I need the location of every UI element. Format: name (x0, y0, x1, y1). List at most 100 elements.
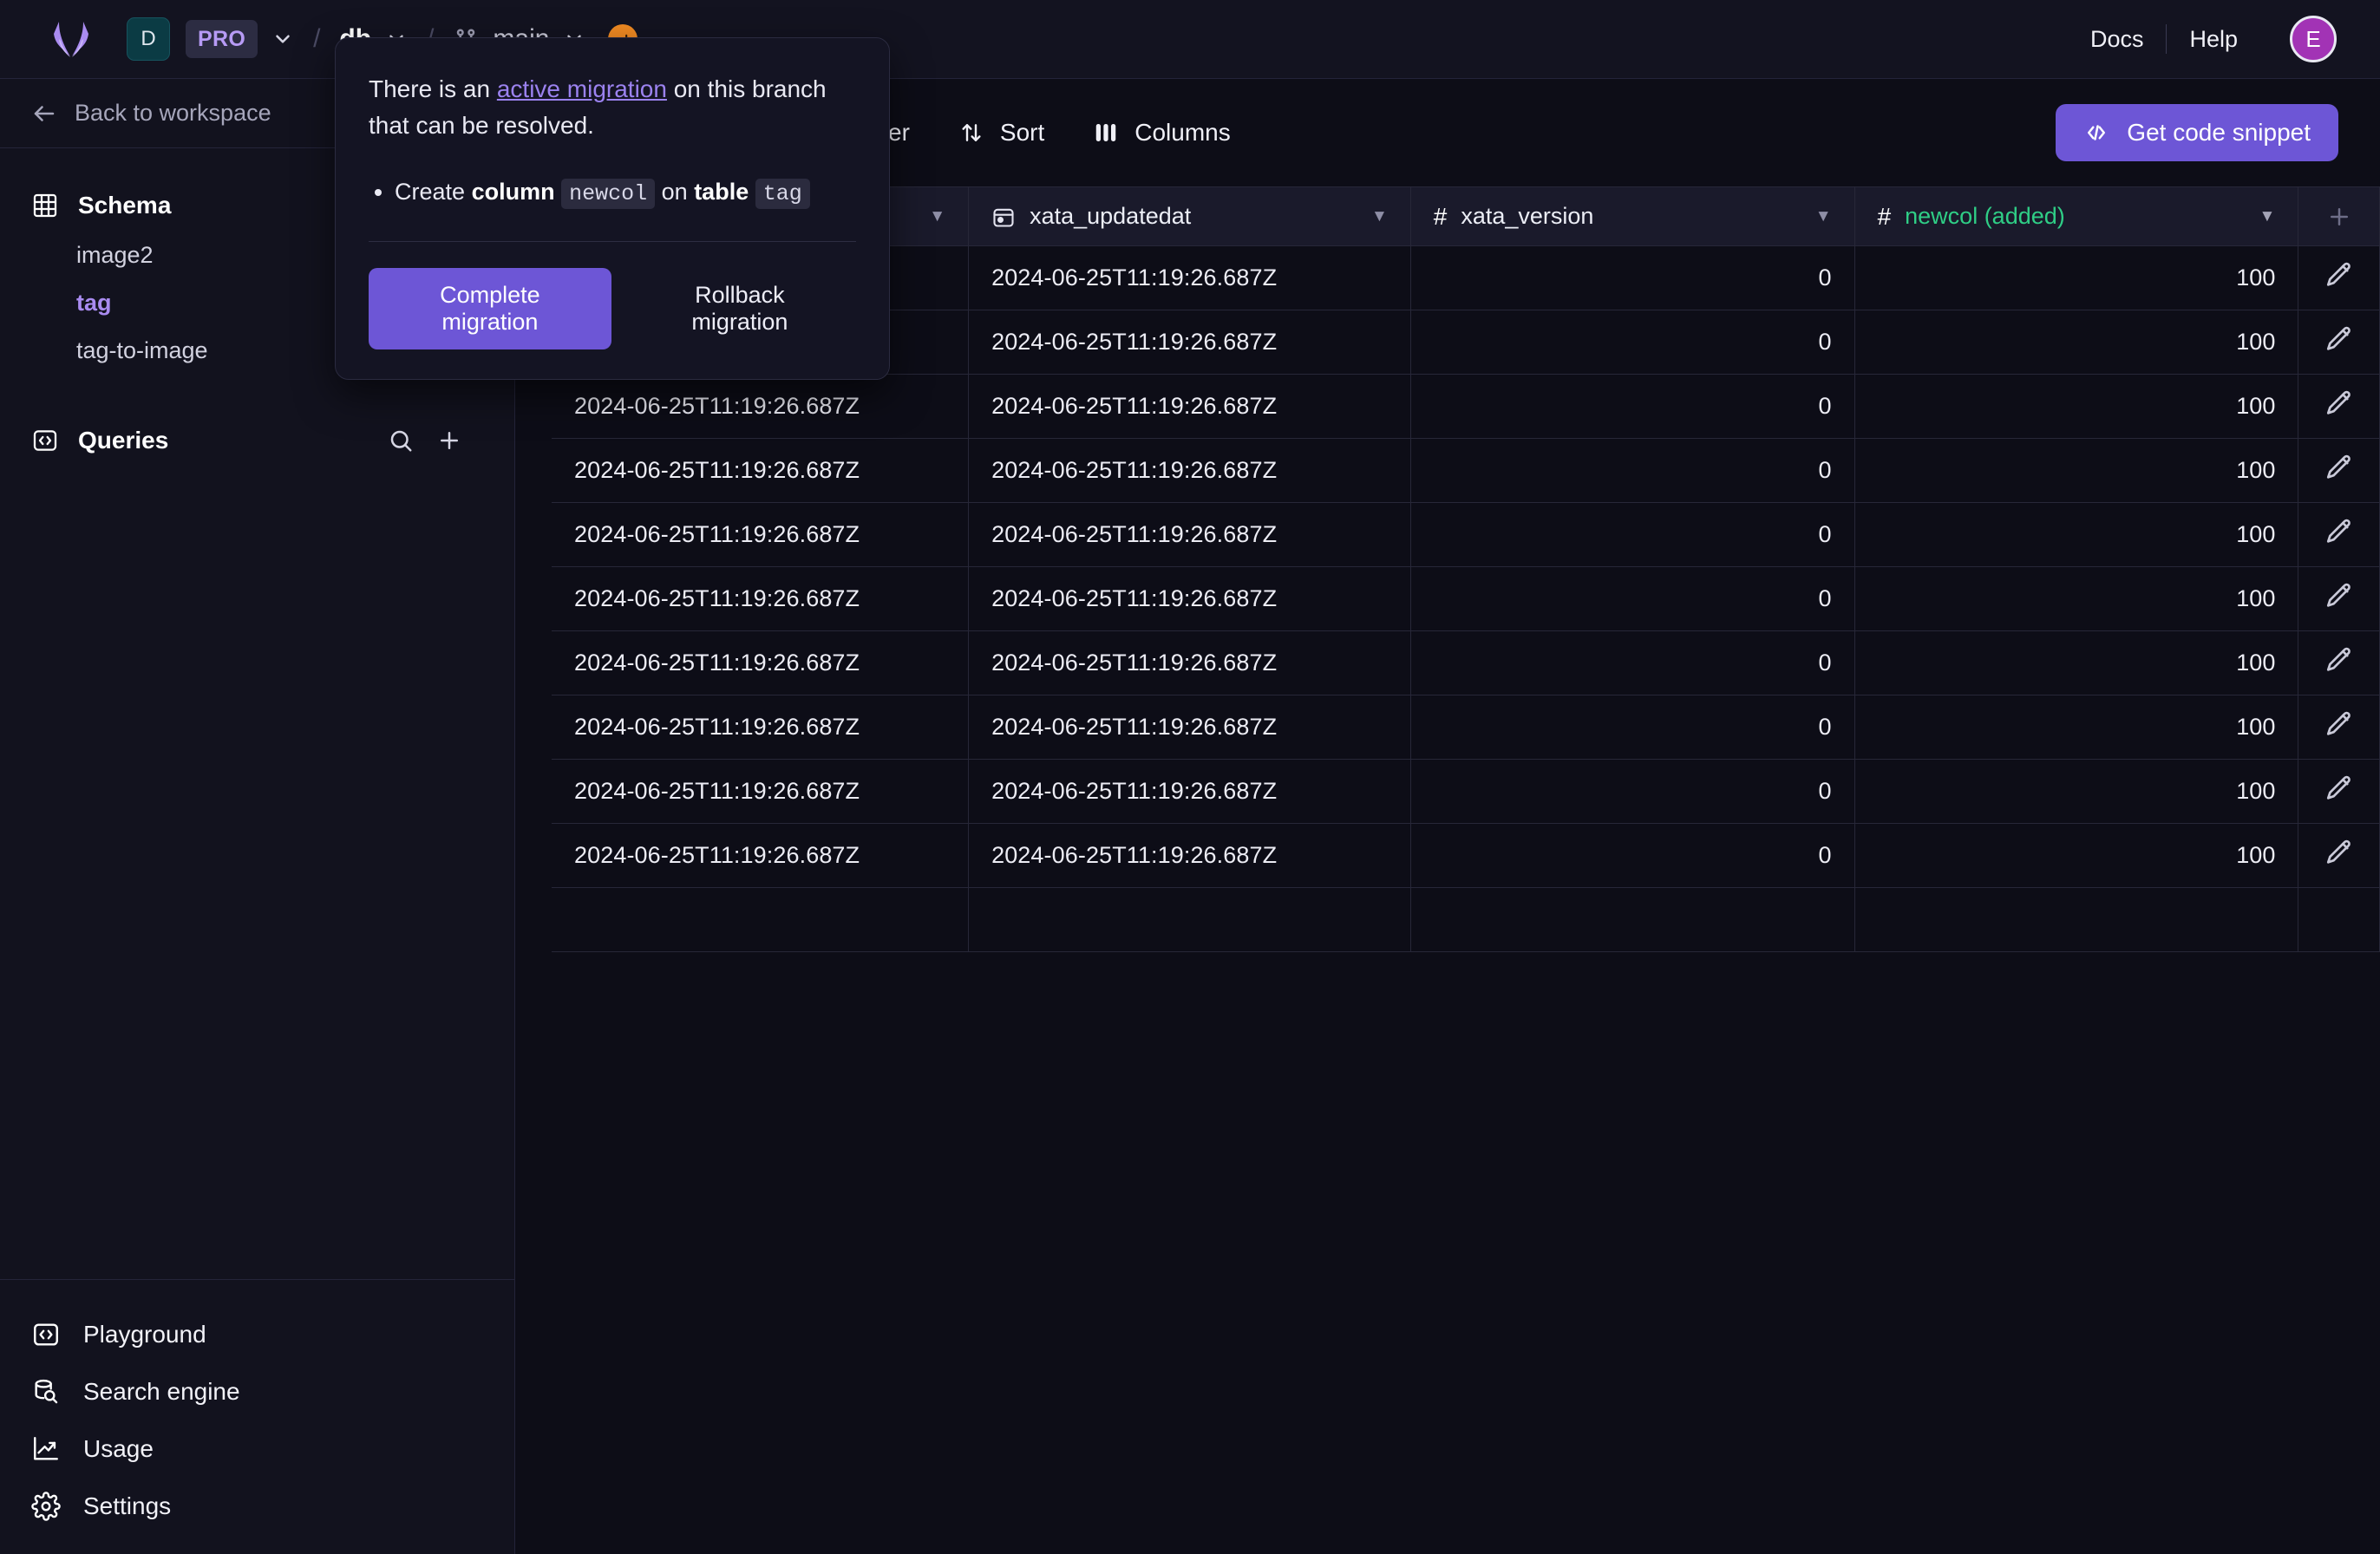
cell-newcol[interactable]: 100 (1854, 695, 2299, 760)
cell-newcol[interactable]: 100 (1854, 823, 2299, 888)
cell-xata_createdat[interactable]: 2024-06-25T11:19:26.687Z (552, 502, 970, 567)
row-edit-button[interactable] (2298, 245, 2380, 310)
avatar[interactable]: E (2290, 16, 2337, 62)
new-record-cell[interactable] (968, 887, 1411, 952)
columns-button[interactable]: Columns (1069, 119, 1254, 147)
cell-xata_createdat[interactable]: 2024-06-25T11:19:26.687Z (552, 438, 970, 503)
sort-button[interactable]: Sort (934, 119, 1069, 147)
xata-butterfly-logo[interactable] (50, 20, 92, 58)
docs-link[interactable]: Docs (2068, 26, 2167, 53)
cell-xata_version[interactable]: 0 (1410, 759, 1855, 824)
get-code-snippet-button[interactable]: Get code snippet (2056, 104, 2338, 161)
row-edit-button[interactable] (2298, 566, 2380, 631)
new-record-cell[interactable] (552, 887, 970, 952)
caret-down-icon[interactable]: ▼ (2259, 207, 2276, 226)
column-header-xata-updatedat[interactable]: xata_updatedat ▼ (968, 186, 1411, 246)
sidebar-item-search-engine[interactable]: Search engine (0, 1363, 514, 1420)
pencil-icon (2324, 454, 2354, 487)
cell-xata_version[interactable]: 0 (1410, 374, 1855, 439)
cell-xata_version[interactable]: 0 (1410, 630, 1855, 695)
cell-xata_createdat[interactable]: 2024-06-25T11:19:26.687Z (552, 374, 970, 439)
pencil-icon (2324, 583, 2354, 616)
row-edit-button[interactable] (2298, 630, 2380, 695)
row-edit-button[interactable] (2298, 759, 2380, 824)
table-row[interactable]: 2024-06-25T11:19:26.687Z2024-06-25T11:19… (552, 695, 2380, 760)
add-column-button[interactable] (2298, 186, 2380, 246)
rollback-migration-button[interactable]: Rollback migration (624, 268, 856, 349)
new-record-cell[interactable] (1854, 887, 2299, 952)
sidebar-item-playground[interactable]: Playground (0, 1306, 514, 1363)
caret-down-icon[interactable]: ▼ (929, 207, 945, 226)
cell-newcol[interactable]: 100 (1854, 438, 2299, 503)
plan-badge[interactable]: PRO (186, 20, 258, 58)
cell-xata_createdat[interactable]: 2024-06-25T11:19:26.687Z (552, 566, 970, 631)
cell-newcol[interactable]: 100 (1854, 759, 2299, 824)
sidebar-table-image2-label: image2 (76, 242, 154, 268)
row-edit-button[interactable] (2298, 823, 2380, 888)
table-row[interactable]: 2024-06-25T11:19:26.687Z2024-06-25T11:19… (552, 502, 2380, 567)
column-header-xata-version[interactable]: # xata_version ▼ (1410, 186, 1855, 246)
workspace-initial-badge[interactable]: D (127, 17, 170, 61)
cell-xata_version[interactable]: 0 (1410, 438, 1855, 503)
caret-down-icon[interactable]: ▼ (1371, 207, 1388, 226)
sidebar-item-usage-label: Usage (83, 1435, 154, 1462)
sidebar-item-usage[interactable]: Usage (0, 1420, 514, 1478)
cell-xata_updatedat[interactable]: 2024-06-25T11:19:26.687Z (968, 245, 1411, 310)
cell-xata_updatedat[interactable]: 2024-06-25T11:19:26.687Z (968, 759, 1411, 824)
cell-newcol[interactable]: 100 (1854, 502, 2299, 567)
popover-actions: Complete migration Rollback migration (369, 268, 856, 349)
table-row[interactable]: 2024-06-25T11:19:26.687Z2024-06-25T11:19… (552, 759, 2380, 824)
sidebar-item-settings[interactable]: Settings (0, 1478, 514, 1535)
table-grid-icon (31, 192, 59, 219)
table-row[interactable]: 2024-06-25T11:19:26.687Z2024-06-25T11:19… (552, 438, 2380, 503)
active-migration-link[interactable]: active migration (497, 75, 667, 102)
cell-newcol[interactable]: 100 (1854, 630, 2299, 695)
search-icon[interactable] (388, 428, 414, 454)
cell-newcol[interactable]: 100 (1854, 310, 2299, 375)
help-link[interactable]: Help (2167, 26, 2260, 53)
new-record-row[interactable] (552, 887, 2380, 952)
cell-xata_updatedat[interactable]: 2024-06-25T11:19:26.687Z (968, 438, 1411, 503)
cell-xata_updatedat[interactable]: 2024-06-25T11:19:26.687Z (968, 374, 1411, 439)
popover-divider (369, 241, 856, 242)
new-record-cell[interactable] (1410, 887, 1855, 952)
cell-xata_version[interactable]: 0 (1410, 695, 1855, 760)
table-row[interactable]: 2024-06-25T11:19:26.687Z2024-06-25T11:19… (552, 630, 2380, 695)
cell-xata_createdat[interactable]: 2024-06-25T11:19:26.687Z (552, 759, 970, 824)
row-edit-button[interactable] (2298, 438, 2380, 503)
cell-xata_createdat[interactable]: 2024-06-25T11:19:26.687Z (552, 823, 970, 888)
table-row[interactable]: 2024-06-25T11:19:26.687Z2024-06-25T11:19… (552, 374, 2380, 439)
cell-xata_createdat[interactable]: 2024-06-25T11:19:26.687Z (552, 630, 970, 695)
cell-newcol[interactable]: 100 (1854, 245, 2299, 310)
cell-xata_updatedat[interactable]: 2024-06-25T11:19:26.687Z (968, 695, 1411, 760)
cell-newcol[interactable]: 100 (1854, 374, 2299, 439)
cell-xata_updatedat[interactable]: 2024-06-25T11:19:26.687Z (968, 823, 1411, 888)
calendar-clock-icon (991, 205, 1016, 229)
cell-xata_updatedat[interactable]: 2024-06-25T11:19:26.687Z (968, 566, 1411, 631)
row-edit-button[interactable] (2298, 695, 2380, 760)
column-header-newcol[interactable]: # newcol (added) ▼ (1854, 186, 2299, 246)
chevron-down-icon[interactable] (271, 28, 294, 50)
table-row[interactable]: 2024-06-25T11:19:26.687Z2024-06-25T11:19… (552, 566, 2380, 631)
cell-xata_updatedat[interactable]: 2024-06-25T11:19:26.687Z (968, 502, 1411, 567)
row-edit-button[interactable] (2298, 374, 2380, 439)
cell-xata_createdat[interactable]: 2024-06-25T11:19:26.687Z (552, 695, 970, 760)
caret-down-icon[interactable]: ▼ (1815, 207, 1832, 226)
new-record-cell[interactable] (2298, 887, 2380, 952)
pencil-icon (2324, 519, 2354, 552)
cell-xata_updatedat[interactable]: 2024-06-25T11:19:26.687Z (968, 310, 1411, 375)
cell-xata_version[interactable]: 0 (1410, 566, 1855, 631)
cell-xata_version[interactable]: 0 (1410, 245, 1855, 310)
complete-migration-button[interactable]: Complete migration (369, 268, 611, 349)
row-edit-button[interactable] (2298, 310, 2380, 375)
code-brackets-icon (31, 427, 59, 454)
cell-xata_version[interactable]: 0 (1410, 310, 1855, 375)
sidebar-section-queries[interactable]: Queries (0, 415, 514, 467)
table-row[interactable]: 2024-06-25T11:19:26.687Z2024-06-25T11:19… (552, 823, 2380, 888)
cell-xata_version[interactable]: 0 (1410, 502, 1855, 567)
cell-xata_updatedat[interactable]: 2024-06-25T11:19:26.687Z (968, 630, 1411, 695)
plus-icon[interactable] (436, 428, 462, 454)
cell-newcol[interactable]: 100 (1854, 566, 2299, 631)
row-edit-button[interactable] (2298, 502, 2380, 567)
cell-xata_version[interactable]: 0 (1410, 823, 1855, 888)
